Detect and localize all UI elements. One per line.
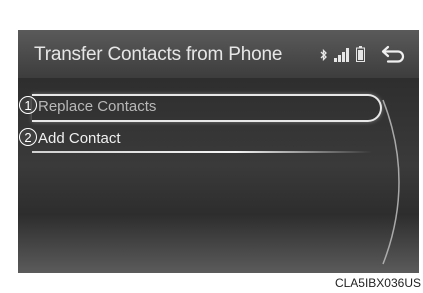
callout-marker: 2 <box>19 128 37 146</box>
screen: Transfer Contacts from Phone Replace Con… <box>18 30 419 273</box>
list-item-label: Add Contact <box>38 130 121 147</box>
contact-transfer-list: Replace Contacts 1 Add Contact 2 <box>18 78 419 273</box>
battery-icon <box>356 46 365 62</box>
page-title: Transfer Contacts from Phone <box>34 44 283 65</box>
row-divider <box>32 151 372 153</box>
list-item-label: Replace Contacts <box>38 98 157 115</box>
callout-marker: 1 <box>19 96 37 114</box>
signal-icon <box>334 48 349 62</box>
header-bar: Transfer Contacts from Phone <box>18 30 419 78</box>
add-contact-button[interactable]: Add Contact 2 <box>18 125 419 153</box>
bluetooth-icon <box>320 48 327 62</box>
status-icons <box>320 46 365 62</box>
back-icon[interactable] <box>379 42 407 66</box>
scroll-arc[interactable] <box>375 98 415 266</box>
figure-code: CLA5IBX036US <box>334 276 421 290</box>
replace-contacts-button[interactable]: Replace Contacts 1 <box>18 93 419 122</box>
